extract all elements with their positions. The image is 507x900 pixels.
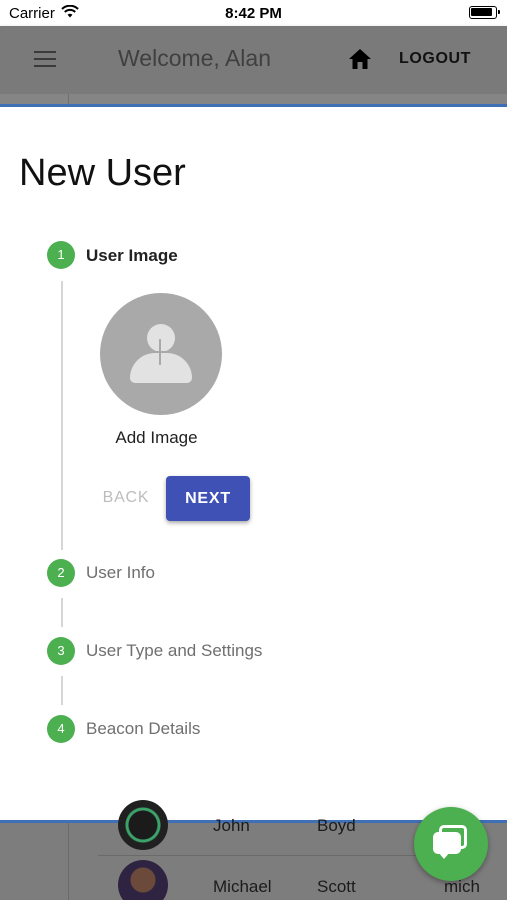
row-last-name[interactable]: Boyd	[317, 816, 356, 836]
step-1-label[interactable]: User Image	[86, 246, 178, 266]
step-4-label[interactable]: Beacon Details	[86, 719, 200, 739]
back-button[interactable]: BACK	[92, 476, 160, 520]
row-first-name[interactable]: John	[213, 816, 250, 836]
step-3-icon[interactable]: 3	[47, 637, 75, 665]
step-connector	[61, 598, 63, 627]
welcome-title: Welcome, Alan	[118, 45, 271, 71]
step-2-icon[interactable]: 2	[47, 559, 75, 587]
app-bar: Welcome, Alan LOGOUT	[0, 26, 507, 94]
menu-icon[interactable]	[34, 51, 56, 67]
status-bar: Carrier 8:42 PM	[0, 0, 507, 26]
step-2-label[interactable]: User Info	[86, 563, 155, 583]
clock-time: 8:42 PM	[225, 5, 282, 22]
logout-button[interactable]: LOGOUT	[399, 50, 471, 68]
add-image-avatar[interactable]	[100, 293, 222, 415]
background-divider	[68, 94, 69, 104]
step-3-label[interactable]: User Type and Settings	[86, 641, 262, 661]
step-4-icon[interactable]: 4	[47, 715, 75, 743]
battery-icon	[469, 6, 500, 19]
list-divider	[68, 823, 69, 900]
next-button[interactable]: NEXT	[166, 476, 250, 521]
step-1-icon[interactable]: 1	[47, 241, 75, 269]
step-connector	[61, 281, 63, 550]
dialog-title: New User	[19, 152, 186, 194]
row-first-name[interactable]: Michael	[213, 877, 272, 897]
home-icon[interactable]	[347, 47, 373, 76]
new-user-dialog: New User 1 User Image Add Image BACK NEX…	[0, 104, 507, 820]
row-last-name[interactable]: Scott	[317, 877, 356, 897]
avatar[interactable]	[118, 800, 168, 850]
step-connector	[61, 676, 63, 705]
chat-button[interactable]	[414, 807, 488, 881]
background-list-header	[0, 94, 507, 104]
add-image-label[interactable]: Add Image	[100, 428, 213, 448]
person-icon	[147, 324, 175, 352]
